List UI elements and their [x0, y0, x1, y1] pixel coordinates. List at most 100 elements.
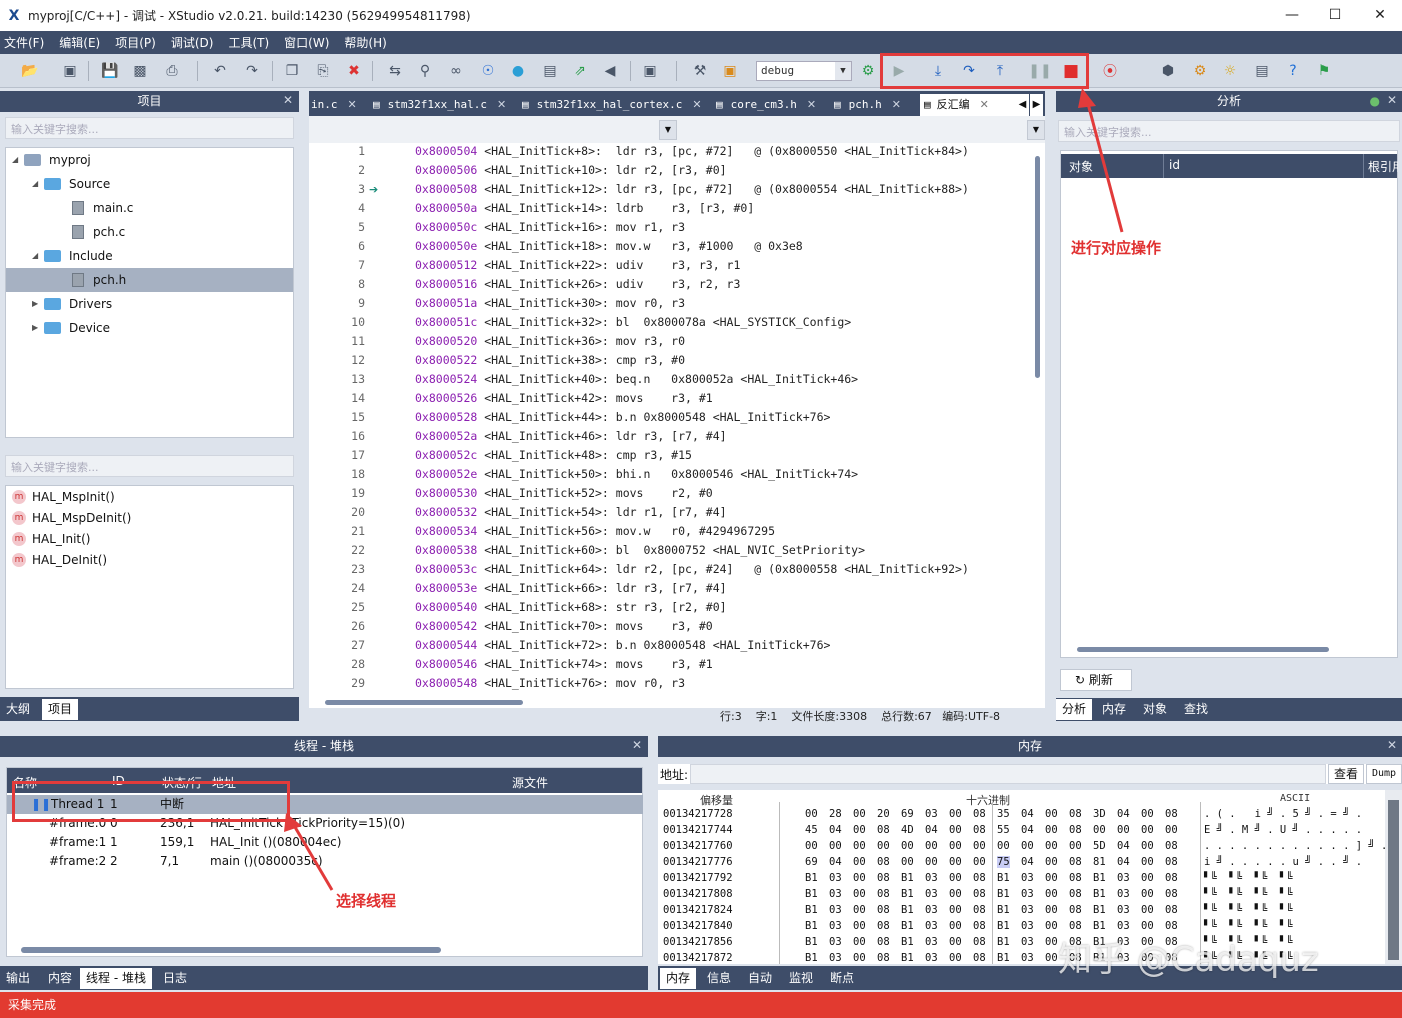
- hex-byte[interactable]: 03: [829, 920, 842, 932]
- hex-byte[interactable]: 00: [949, 888, 962, 900]
- tab-core-cm3-h[interactable]: ▤ core_cm3.h ✕: [716, 94, 816, 116]
- hex-byte[interactable]: 08: [877, 936, 890, 948]
- hex-byte[interactable]: 08: [877, 888, 890, 900]
- hex-byte[interactable]: 03: [1021, 872, 1034, 884]
- hex-byte[interactable]: 03: [1021, 952, 1034, 964]
- tree-item-drivers[interactable]: ▶ Drivers: [32, 292, 112, 316]
- hex-byte[interactable]: 08: [1165, 872, 1178, 884]
- hex-byte[interactable]: 00: [1141, 888, 1154, 900]
- hex-byte[interactable]: 08: [973, 808, 986, 820]
- hex-byte[interactable]: 03: [1021, 920, 1034, 932]
- hex-byte[interactable]: 00: [949, 856, 962, 868]
- hex-byte[interactable]: B1: [1093, 888, 1106, 900]
- function-search-input[interactable]: 输入关键字搜索...: [5, 455, 294, 477]
- tree-item-pch-c[interactable]: pch.c: [72, 220, 125, 244]
- hex-byte[interactable]: 00: [949, 904, 962, 916]
- code-line[interactable]: 0x800050e <HAL_InitTick+18>: mov.w r3, #…: [415, 239, 803, 253]
- maximize-button[interactable]: ☐: [1313, 0, 1357, 31]
- paste-icon[interactable]: ⎘: [313, 61, 333, 81]
- hex-byte[interactable]: 00: [1165, 824, 1178, 836]
- hex-byte[interactable]: 00: [949, 840, 962, 852]
- print-icon[interactable]: ⎙: [162, 61, 182, 81]
- hex-byte[interactable]: 03: [925, 920, 938, 932]
- hex-byte[interactable]: 00: [1045, 872, 1058, 884]
- scroll-thumb[interactable]: [1077, 647, 1329, 652]
- hex-byte[interactable]: 69: [805, 856, 818, 868]
- hex-byte[interactable]: 03: [829, 952, 842, 964]
- hex-byte[interactable]: B1: [1093, 920, 1106, 932]
- hex-byte[interactable]: 03: [1021, 888, 1034, 900]
- cube-icon[interactable]: ⬢: [1158, 61, 1178, 81]
- hex-byte[interactable]: B1: [997, 872, 1010, 884]
- hex-byte[interactable]: 03: [925, 872, 938, 884]
- hex-byte[interactable]: 08: [1165, 904, 1178, 916]
- hex-byte[interactable]: 00: [853, 936, 866, 948]
- hex-byte[interactable]: 03: [925, 904, 938, 916]
- hex-byte[interactable]: 00: [1069, 840, 1082, 852]
- hex-byte[interactable]: 00: [1045, 952, 1058, 964]
- tab-breakpoints[interactable]: 断点: [824, 968, 860, 989]
- code-line[interactable]: 0x8000524 <HAL_InitTick+40>: beq.n 0x800…: [415, 372, 858, 386]
- hex-byte[interactable]: 04: [1021, 856, 1034, 868]
- close-icon[interactable]: ✕: [892, 98, 901, 111]
- tab-watch[interactable]: 监视: [783, 968, 819, 989]
- hex-byte[interactable]: B1: [901, 872, 914, 884]
- hex-byte[interactable]: 55: [997, 824, 1010, 836]
- hex-byte[interactable]: 00: [949, 936, 962, 948]
- hex-byte[interactable]: 00: [1045, 920, 1058, 932]
- hex-byte[interactable]: 20: [877, 808, 890, 820]
- menu-help[interactable]: 帮助(H): [344, 34, 386, 51]
- hex-byte[interactable]: 08: [973, 824, 986, 836]
- hex-byte[interactable]: 75: [997, 856, 1010, 868]
- hex-byte[interactable]: 00: [901, 856, 914, 868]
- tab-stm32f1xx-hal-cortex-c[interactable]: ▤ stm32f1xx_hal_cortex.c ✕: [522, 94, 702, 116]
- function-item[interactable]: m HAL_MspInit(): [12, 486, 115, 507]
- hex-byte[interactable]: 04: [1021, 808, 1034, 820]
- hex-byte[interactable]: 03: [925, 936, 938, 948]
- hex-byte[interactable]: B1: [805, 904, 818, 916]
- link-icon[interactable]: ∞: [446, 61, 466, 81]
- share-icon[interactable]: ◀: [600, 61, 620, 81]
- hex-byte[interactable]: 00: [901, 840, 914, 852]
- tab-scroll-left-icon[interactable]: ◀: [1016, 94, 1029, 116]
- close-icon[interactable]: ✕: [497, 98, 506, 111]
- refresh-button[interactable]: ↻ 刷新: [1060, 669, 1132, 691]
- hex-byte[interactable]: 45: [805, 824, 818, 836]
- code-line[interactable]: 0x8000532 <HAL_InitTick+54>: ldr r1, [r7…: [415, 505, 727, 519]
- goto-icon[interactable]: ☉: [478, 61, 498, 81]
- hex-byte[interactable]: 03: [1021, 904, 1034, 916]
- new-project-icon[interactable]: ▣: [60, 61, 80, 81]
- menu-window[interactable]: 窗口(W): [284, 34, 329, 51]
- tree-item-source[interactable]: ◢ Source: [32, 172, 110, 196]
- hex-byte[interactable]: 04: [1117, 808, 1130, 820]
- code-line[interactable]: 0x8000530 <HAL_InitTick+52>: movs r2, #0: [415, 486, 713, 500]
- hex-byte[interactable]: 03: [829, 904, 842, 916]
- hex-byte[interactable]: B1: [901, 904, 914, 916]
- gears-icon[interactable]: ⚙: [1190, 61, 1210, 81]
- hex-byte[interactable]: 00: [1093, 824, 1106, 836]
- hex-byte[interactable]: 00: [877, 840, 890, 852]
- close-icon[interactable]: ✕: [1387, 93, 1397, 107]
- hex-byte[interactable]: 00: [1045, 840, 1058, 852]
- code-line[interactable]: 0x800050c <HAL_InitTick+16>: mov r1, r3: [415, 220, 685, 234]
- hex-byte[interactable]: 08: [1069, 888, 1082, 900]
- hex-byte[interactable]: 28: [829, 808, 842, 820]
- editor-hscrollbar[interactable]: [309, 696, 1045, 708]
- hex-byte[interactable]: 5D: [1093, 840, 1106, 852]
- hex-byte[interactable]: 08: [1069, 872, 1082, 884]
- hex-byte[interactable]: 00: [805, 808, 818, 820]
- column-header[interactable]: id: [1169, 158, 1180, 172]
- hex-byte[interactable]: 03: [925, 952, 938, 964]
- hex-byte[interactable]: 08: [973, 920, 986, 932]
- tab-disassembly[interactable]: ▤ 反汇编 ✕: [920, 94, 1016, 116]
- close-icon[interactable]: ✕: [980, 98, 989, 111]
- hex-byte[interactable]: 00: [1045, 824, 1058, 836]
- hex-byte[interactable]: B1: [997, 888, 1010, 900]
- column-header[interactable]: 源文件: [512, 774, 548, 791]
- hex-byte[interactable]: 00: [853, 920, 866, 932]
- hex-byte[interactable]: B1: [805, 888, 818, 900]
- hex-byte[interactable]: 00: [1045, 808, 1058, 820]
- tab-content[interactable]: 内容: [42, 968, 78, 989]
- pages-icon[interactable]: ▤: [1252, 61, 1272, 81]
- hex-byte[interactable]: 08: [1069, 904, 1082, 916]
